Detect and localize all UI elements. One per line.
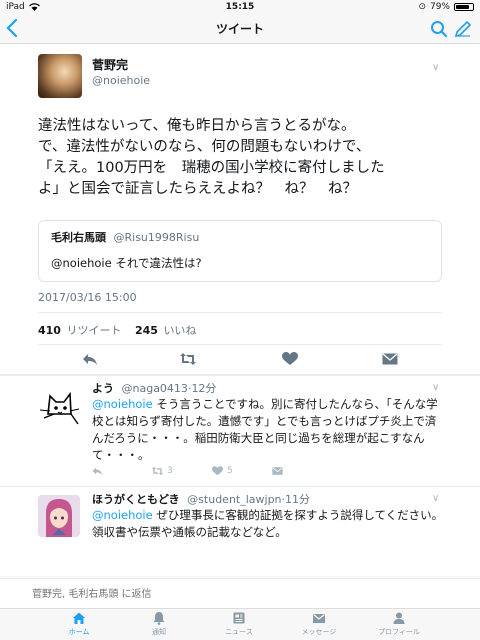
- reply-header: よう @naga0413·12分: [92, 380, 216, 396]
- status-right: ⊙ 79%: [418, 2, 474, 12]
- chevron-left-icon: [6, 18, 18, 38]
- tweet-stats: 410 リツイート 245 いいね: [38, 322, 206, 338]
- tab-label: ホーム: [68, 628, 90, 636]
- status-bar: iPad 15:15 ⊙ 79%: [0, 0, 480, 14]
- reply-like-button[interactable]: 5: [212, 466, 233, 476]
- reply-time: 12分: [191, 382, 217, 395]
- tab-notifications[interactable]: 通知: [114, 611, 204, 639]
- page-title: ツイート: [215, 22, 264, 36]
- reply-like-count: 5: [227, 466, 233, 476]
- retweet-icon: [152, 466, 163, 476]
- retweet-label[interactable]: リツイート: [66, 324, 121, 337]
- reply-retweet-button[interactable]: 3: [152, 466, 173, 476]
- reply-retweet-count: 3: [167, 466, 173, 476]
- divider: [38, 344, 442, 345]
- tab-messages[interactable]: メッセージ: [274, 611, 364, 639]
- reply-menu-button[interactable]: ∨: [432, 382, 439, 393]
- reply-icon[interactable]: [82, 352, 98, 366]
- reply-menu-button[interactable]: ∨: [432, 493, 439, 504]
- reply-mention[interactable]: @noiehoie: [92, 397, 153, 411]
- chevron-down-icon: ∨: [432, 382, 440, 393]
- tab-bar: ホーム 通知 ニュース メッセージ プロフィール: [0, 608, 480, 640]
- author-avatar[interactable]: [38, 54, 82, 98]
- author-handle[interactable]: @noiehoie: [92, 74, 150, 87]
- tweet-card: 菅野完 @noiehoie ∨ 違法性はないって、俺も昨日から言うとるがな。 で…: [0, 44, 480, 374]
- like-icon[interactable]: [282, 352, 298, 366]
- tab-home[interactable]: ホーム: [34, 611, 124, 639]
- reply-actions: 3 5: [92, 466, 392, 480]
- search-icon: [431, 21, 448, 38]
- quoted-tweet[interactable]: 毛利右馬頭 @Risu1998Risu @noiehoie それで違法性は?: [38, 220, 442, 282]
- tweet-text: 違法性はないって、俺も昨日から言うとるがな。 で、違法性がないのなら、何の問題も…: [38, 118, 385, 197]
- chevron-down-icon: ∨: [432, 62, 440, 73]
- reply-author-name[interactable]: ほうがくともどき: [92, 493, 180, 506]
- reply-text: @noiehoie そう言うことですね。別に寄付したんなら、「そんな学校とは知ら…: [92, 396, 444, 464]
- reply-mention[interactable]: @noiehoie: [92, 508, 153, 522]
- search-button[interactable]: [430, 20, 448, 38]
- orientation-lock-icon: ⊙: [418, 2, 426, 12]
- reply-input[interactable]: [32, 585, 452, 603]
- compose-icon: [454, 20, 472, 38]
- compose-button[interactable]: [454, 20, 472, 38]
- status-time: 15:15: [225, 2, 255, 12]
- author-name[interactable]: 菅野完: [92, 56, 128, 73]
- retweet-icon[interactable]: [180, 352, 196, 366]
- quote-header: 毛利右馬頭 @Risu1998Risu: [51, 229, 429, 245]
- direct-message-icon: [272, 467, 283, 475]
- back-button[interactable]: [6, 18, 26, 40]
- envelope-icon: [313, 614, 325, 623]
- reply-avatar[interactable]: [38, 495, 80, 537]
- quote-author-handle: @Risu1998Risu: [113, 231, 200, 244]
- anime-character-icon: [38, 495, 80, 537]
- home-icon: [73, 612, 85, 624]
- reply-icon: [92, 467, 103, 476]
- reply-composer: [0, 578, 480, 608]
- reply-reply-button[interactable]: [92, 466, 103, 476]
- person-icon: [393, 612, 405, 624]
- tweet-actions: [38, 348, 442, 370]
- tab-profile[interactable]: プロフィール: [354, 611, 444, 639]
- reply-tweet[interactable]: よう @naga0413·12分 ∨ @noiehoie そう言うことですね。別…: [0, 376, 480, 486]
- tab-label: プロフィール: [378, 628, 420, 636]
- news-icon: [233, 612, 245, 624]
- tab-label: ニュース: [225, 628, 253, 636]
- nav-bar: ツイート: [0, 14, 480, 44]
- reply-header: ほうがくともどき @student_lawjpn·11分: [92, 491, 310, 507]
- battery-icon: [454, 3, 474, 11]
- reply-tweet[interactable]: ほうがくともどき @student_lawjpn·11分 ∨ @noiehoie…: [0, 486, 480, 576]
- reply-avatar[interactable]: [38, 384, 80, 426]
- tweet-timestamp: 2017/03/16 15:00: [38, 291, 137, 304]
- tab-label: 通知: [152, 628, 166, 636]
- cat-drawing-icon: [39, 391, 80, 425]
- tab-label: メッセージ: [301, 628, 337, 636]
- divider: [38, 312, 442, 313]
- direct-message-icon[interactable]: [382, 352, 398, 366]
- bell-icon: [153, 612, 165, 625]
- tweet-menu-button[interactable]: ∨: [432, 62, 439, 73]
- like-label[interactable]: いいね: [163, 324, 196, 337]
- reply-text: @noiehoie ぜひ理事長に客観的証拠を探すよう説得してください。領収書や伝…: [92, 507, 444, 541]
- reply-dm-button[interactable]: [272, 466, 283, 476]
- quote-author-name: 毛利右馬頭: [51, 231, 106, 244]
- like-count[interactable]: 245: [135, 324, 158, 337]
- reply-author-handle[interactable]: @student_lawjpn: [187, 493, 281, 506]
- tab-news[interactable]: ニュース: [194, 611, 284, 639]
- reply-author-handle[interactable]: @naga0413: [122, 382, 188, 395]
- reply-time: 11分: [285, 493, 311, 506]
- reply-author-name[interactable]: よう: [92, 382, 114, 395]
- battery-percent: 79%: [429, 2, 450, 12]
- chevron-down-icon: ∨: [432, 493, 440, 504]
- like-icon: [212, 466, 223, 476]
- retweet-count[interactable]: 410: [38, 324, 61, 337]
- quote-text: @noiehoie それで違法性は?: [51, 256, 202, 270]
